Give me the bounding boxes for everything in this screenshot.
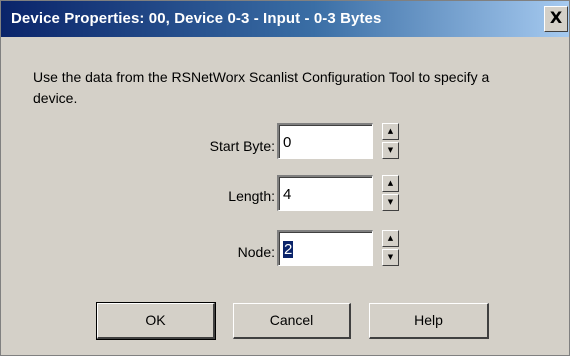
arrow-up-icon: ▲ bbox=[387, 179, 394, 187]
start-byte-spinner: ▲ ▼ bbox=[382, 123, 399, 159]
node-label: Node: bbox=[237, 244, 275, 260]
length-decrement-button[interactable]: ▼ bbox=[382, 194, 399, 211]
title-bar[interactable]: Device Properties: 00, Device 0-3 - Inpu… bbox=[1, 1, 569, 37]
device-properties-dialog: Device Properties: 00, Device 0-3 - Inpu… bbox=[0, 0, 570, 356]
help-button[interactable]: Help bbox=[369, 303, 489, 339]
close-icon: X bbox=[549, 8, 563, 27]
length-input[interactable]: 4 bbox=[277, 175, 373, 211]
start-byte-decrement-button[interactable]: ▼ bbox=[382, 142, 399, 159]
arrow-down-icon: ▼ bbox=[387, 198, 394, 206]
node-input[interactable]: 2 bbox=[277, 230, 373, 266]
dialog-title: Device Properties: 00, Device 0-3 - Inpu… bbox=[11, 10, 382, 27]
length-value: 4 bbox=[283, 186, 292, 203]
node-decrement-button[interactable]: ▼ bbox=[382, 249, 399, 266]
close-button[interactable]: X bbox=[544, 6, 568, 32]
start-byte-label: Start Byte: bbox=[209, 138, 275, 154]
start-byte-increment-button[interactable]: ▲ bbox=[382, 123, 399, 140]
ok-button[interactable]: OK bbox=[96, 302, 216, 340]
start-byte-input[interactable]: 0 bbox=[277, 123, 373, 159]
arrow-down-icon: ▼ bbox=[387, 146, 394, 154]
arrow-down-icon: ▼ bbox=[387, 253, 394, 261]
length-spinner: ▲ ▼ bbox=[382, 175, 399, 211]
node-value: 2 bbox=[283, 241, 294, 258]
length-increment-button[interactable]: ▲ bbox=[382, 175, 399, 192]
arrow-up-icon: ▲ bbox=[387, 127, 394, 135]
cancel-button[interactable]: Cancel bbox=[233, 303, 351, 339]
start-byte-value: 0 bbox=[283, 134, 292, 151]
node-increment-button[interactable]: ▲ bbox=[382, 230, 399, 247]
arrow-up-icon: ▲ bbox=[387, 234, 394, 242]
node-spinner: ▲ ▼ bbox=[382, 230, 399, 266]
description-text: Use the data from the RSNetWorx Scanlist… bbox=[33, 69, 490, 106]
length-label: Length: bbox=[228, 188, 275, 204]
